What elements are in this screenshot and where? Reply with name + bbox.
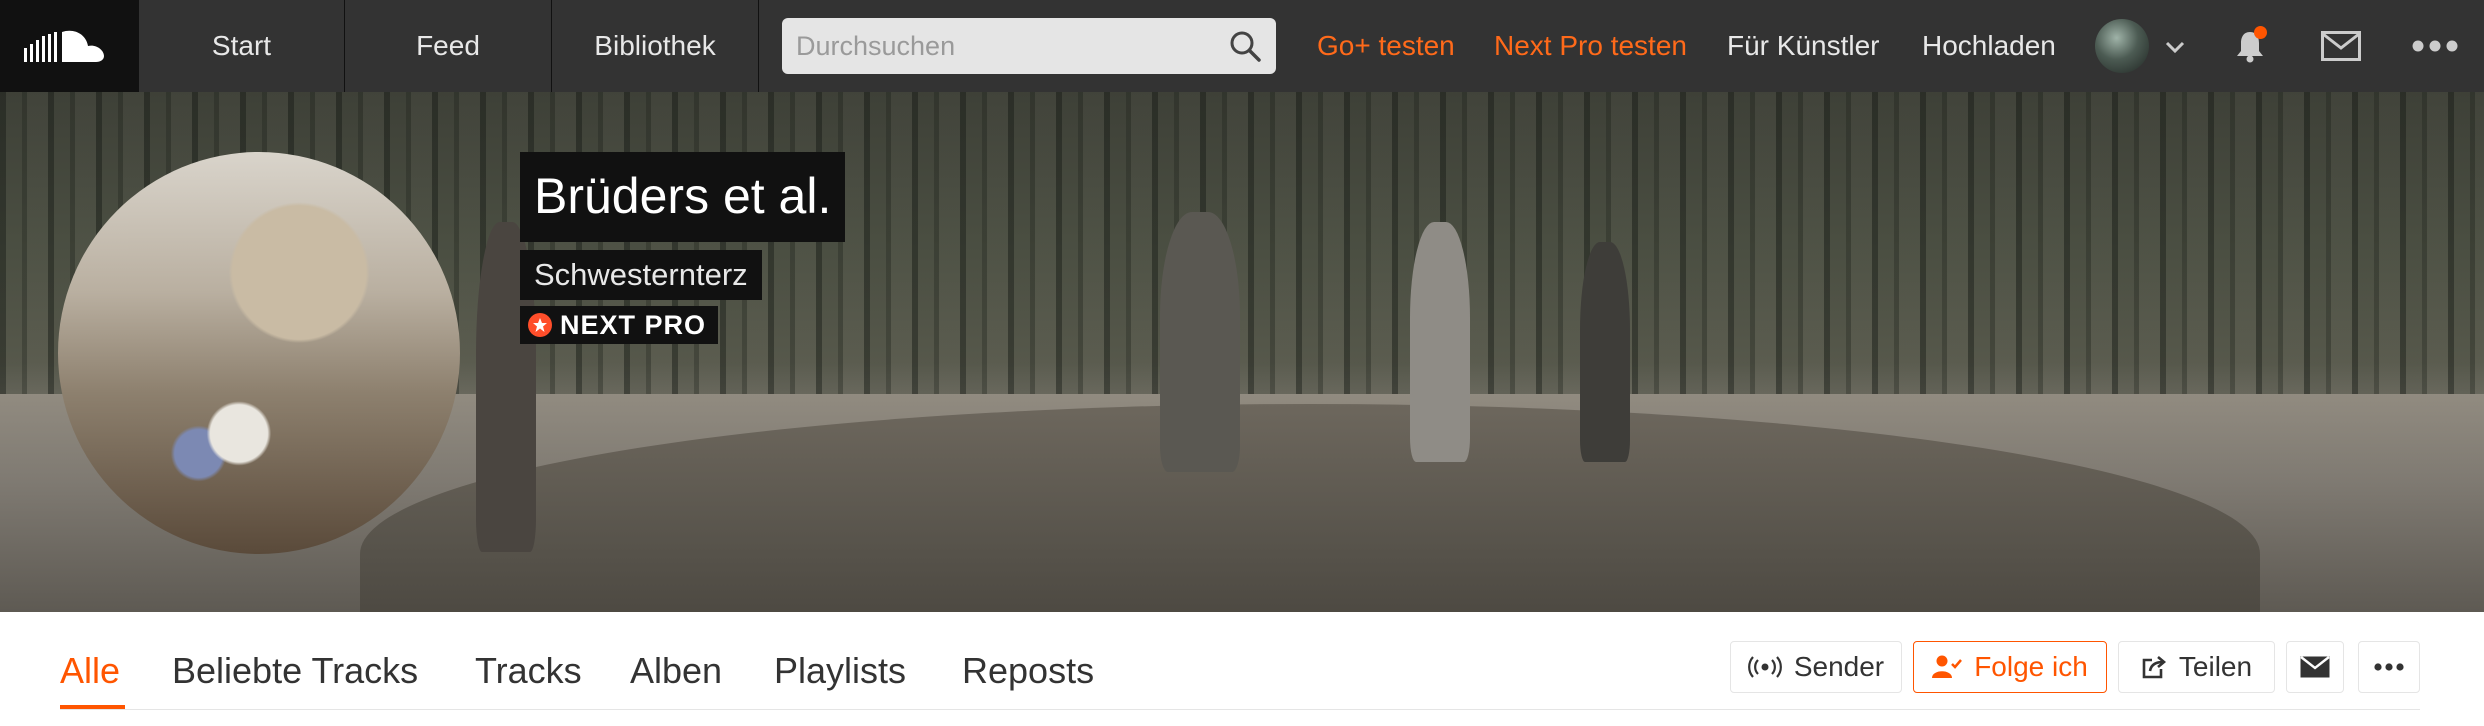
- divider: [60, 709, 2420, 710]
- banner-figure: [1410, 222, 1470, 462]
- message-button[interactable]: [2286, 641, 2344, 693]
- following-button[interactable]: Folge ich: [1913, 641, 2107, 693]
- following-label: Folge ich: [1974, 651, 2088, 682]
- nav-tab-library[interactable]: Bibliothek: [552, 0, 759, 92]
- chevron-down-icon[interactable]: [2162, 34, 2188, 60]
- share-icon: [2142, 656, 2166, 679]
- active-tab-indicator: [60, 705, 125, 709]
- next-pro-badge[interactable]: NEXT PRO: [520, 306, 719, 344]
- more-icon: [2374, 663, 2404, 671]
- user-avatar[interactable]: [2095, 19, 2149, 73]
- next-pro-link[interactable]: Next Pro testen: [1494, 0, 1687, 92]
- search-icon: [1230, 31, 1261, 62]
- star-icon: [528, 313, 552, 337]
- nav-tab-start[interactable]: Start: [138, 0, 345, 92]
- tab-albums[interactable]: Alben: [630, 650, 722, 692]
- user-check-icon: [1932, 655, 1963, 678]
- soundcloud-logo[interactable]: [0, 0, 138, 92]
- go-plus-link[interactable]: Go+ testen: [1317, 0, 1455, 92]
- mail-icon[interactable]: [2320, 27, 2362, 65]
- more-icon[interactable]: [2410, 30, 2460, 62]
- top-navigation-bar: Start Feed Bibliothek Go+ testen Next Pr…: [0, 0, 2484, 92]
- tab-tracks[interactable]: Tracks: [475, 650, 582, 692]
- for-artists-link[interactable]: Für Künstler: [1727, 0, 1880, 92]
- banner-figure: [1580, 242, 1630, 462]
- nav-tab-label: Start: [211, 30, 272, 61]
- tab-popular-tracks[interactable]: Beliebte Tracks: [172, 650, 418, 692]
- broadcast-icon: [1748, 656, 1782, 678]
- tab-playlists[interactable]: Playlists: [774, 650, 906, 692]
- search-bar: [782, 18, 1276, 74]
- notification-dot: [2254, 26, 2267, 39]
- share-button[interactable]: Teilen: [2118, 641, 2275, 693]
- share-label: Teilen: [2178, 651, 2253, 682]
- banner-figure: [1160, 212, 1240, 472]
- profile-subtitle: Schwesternterz: [520, 250, 762, 300]
- nav-tab-label: Bibliothek: [594, 30, 716, 61]
- profile-avatar[interactable]: [58, 152, 460, 554]
- badge-label: NEXT PRO: [560, 309, 707, 340]
- upload-link[interactable]: Hochladen: [1922, 0, 2056, 92]
- more-actions-button[interactable]: [2358, 641, 2420, 693]
- soundcloud-logo-icon: [24, 30, 104, 62]
- nav-tab-feed[interactable]: Feed: [345, 0, 552, 92]
- tab-all[interactable]: Alle: [60, 650, 120, 692]
- station-button[interactable]: Sender: [1730, 641, 1902, 693]
- search-button[interactable]: [1228, 29, 1262, 63]
- nav-tab-label: Feed: [416, 30, 480, 61]
- profile-header-banner: Brüders et al. Schwesternterz NEXT PRO: [0, 92, 2484, 612]
- station-label: Sender: [1793, 651, 1885, 682]
- tab-reposts[interactable]: Reposts: [962, 650, 1094, 692]
- search-input[interactable]: [782, 18, 1222, 74]
- mail-icon: [2300, 656, 2330, 678]
- profile-name: Brüders et al.: [520, 152, 846, 242]
